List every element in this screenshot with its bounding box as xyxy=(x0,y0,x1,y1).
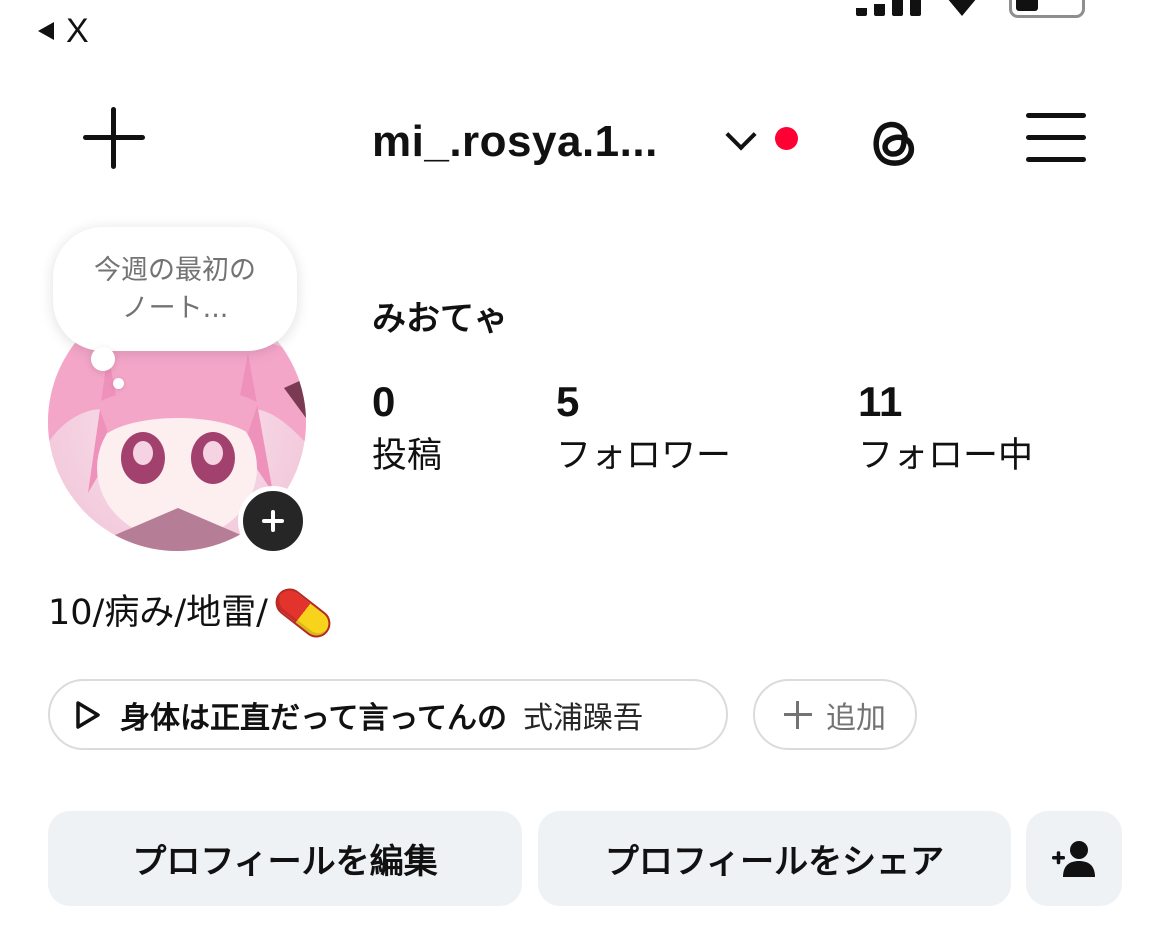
discover-people-button[interactable] xyxy=(1026,811,1122,906)
signal-icon xyxy=(856,0,921,16)
wifi-icon xyxy=(944,0,980,18)
add-person-icon xyxy=(1052,840,1095,877)
note-line-2: ノート... xyxy=(121,293,229,324)
posts-label: 投稿 xyxy=(372,436,443,476)
posts-stat[interactable]: 0 投稿 xyxy=(372,378,442,480)
add-link-chip[interactable]: 追加 xyxy=(753,679,917,750)
following-label: フォロー中 xyxy=(858,436,1034,476)
following-stat[interactable]: 11 フォロー中 xyxy=(858,378,1033,480)
music-title: 身体は正直だって言ってんの xyxy=(120,700,507,736)
play-icon xyxy=(76,700,100,729)
battery-icon xyxy=(1009,0,1085,18)
back-arrow-icon xyxy=(38,22,54,40)
back-to-app-link[interactable]: X xyxy=(38,14,89,48)
note-line-1: 今週の最初の xyxy=(94,255,256,286)
followers-stat[interactable]: 5 フォロワー xyxy=(556,378,731,480)
following-count: 11 xyxy=(858,378,903,425)
threads-icon[interactable] xyxy=(862,110,924,172)
menu-icon[interactable] xyxy=(1026,113,1086,163)
username-switcher[interactable]: mi_.rosya.1... xyxy=(372,117,658,167)
display-name: みおてゃ xyxy=(372,299,508,339)
followers-count: 5 xyxy=(556,378,580,425)
create-plus-icon[interactable] xyxy=(83,107,145,169)
plus-icon xyxy=(784,700,812,729)
music-artist: 式浦躁吾 xyxy=(523,700,643,736)
back-app-label: X xyxy=(66,12,89,50)
bio: 10/病み/地雷/ xyxy=(48,582,336,644)
notification-dot xyxy=(775,127,798,150)
share-profile-button[interactable]: プロフィールをシェア xyxy=(538,811,1011,906)
note-bubble-tail-small xyxy=(113,378,124,389)
followers-label: フォロワー xyxy=(556,436,732,476)
add-chip-label: 追加 xyxy=(826,700,886,736)
bio-text: 10/病み/地雷/ xyxy=(48,593,268,633)
posts-count: 0 xyxy=(372,378,396,425)
pill-emoji xyxy=(269,582,336,644)
note-bubble-tail xyxy=(91,347,115,371)
note-bubble[interactable]: 今週の最初の ノート... xyxy=(53,227,297,351)
chevron-down-icon[interactable] xyxy=(725,119,757,151)
edit-profile-button[interactable]: プロフィールを編集 xyxy=(48,811,522,906)
add-story-button[interactable] xyxy=(238,486,308,556)
profile-music-chip[interactable]: 身体は正直だって言ってんの 式浦躁吾 xyxy=(48,679,728,750)
